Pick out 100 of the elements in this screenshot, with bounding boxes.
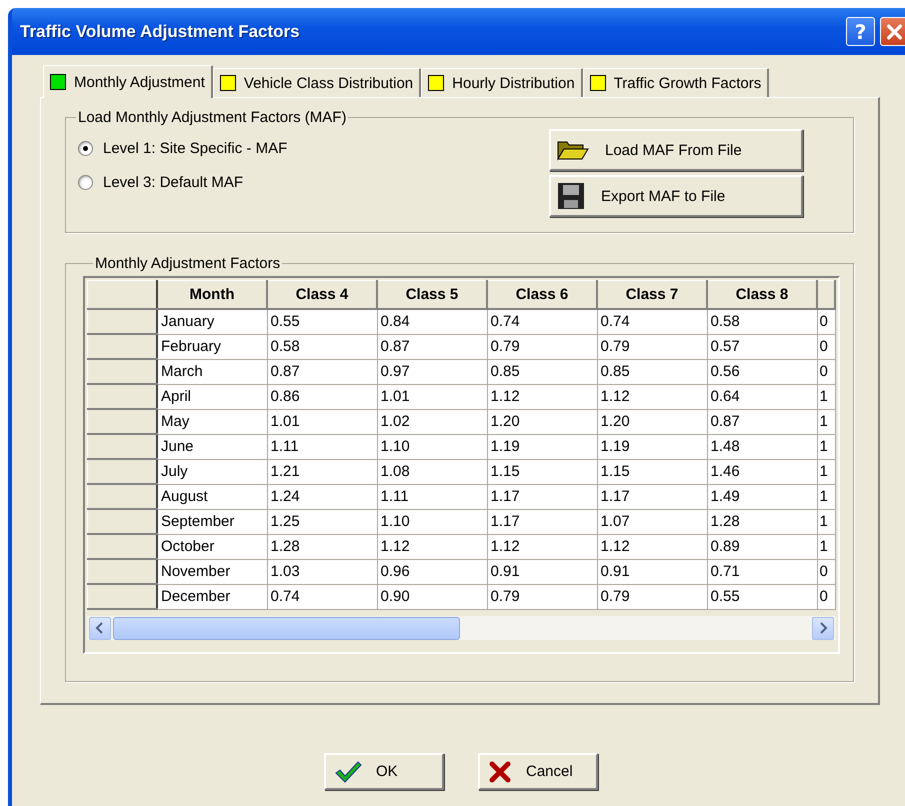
help-button[interactable]: ? — [846, 17, 875, 46]
table-cell: 0.84 — [377, 309, 487, 334]
table-cell: 1.10 — [377, 434, 487, 459]
table-cell: 1 — [817, 384, 835, 409]
table-cell: 0.57 — [707, 334, 817, 359]
table-cell: 1.20 — [597, 409, 707, 434]
table-cell: 0.91 — [597, 559, 707, 584]
table-cell: 0.58 — [267, 334, 377, 359]
table-cell: 0.87 — [267, 359, 377, 384]
table-cell: 1.21 — [267, 459, 377, 484]
row-header[interactable] — [88, 409, 157, 434]
table-cell: 1.12 — [597, 384, 707, 409]
table-cell: 1.15 — [597, 459, 707, 484]
table-cell: 0.91 — [487, 559, 597, 584]
scroll-thumb[interactable] — [113, 616, 460, 640]
column-header: Class 6 — [487, 280, 597, 309]
row-header[interactable] — [88, 509, 157, 534]
tab[interactable]: Monthly Adjustment — [43, 65, 213, 98]
table-cell: 1.17 — [597, 484, 707, 509]
table-cell: 0.71 — [707, 559, 817, 584]
table-cell: 1 — [817, 409, 835, 434]
row-header[interactable] — [88, 359, 157, 384]
table-cell: 1.10 — [377, 509, 487, 534]
close-button[interactable] — [880, 17, 905, 46]
cross-icon — [488, 760, 512, 784]
radio-label: Level 3: Default MAF — [103, 174, 244, 191]
column-header — [817, 280, 835, 309]
table-cell: October — [157, 534, 267, 559]
table-cell: 1.11 — [267, 434, 377, 459]
load-button[interactable]: Load MAF From File — [549, 129, 803, 171]
table-cell: July — [157, 459, 267, 484]
table-cell: 1.24 — [267, 484, 377, 509]
table-cell: 1.12 — [377, 534, 487, 559]
column-header: Class 8 — [707, 280, 817, 309]
table-cell: 1.28 — [267, 534, 377, 559]
table-cell: August — [157, 484, 267, 509]
table-cell: 0.79 — [597, 584, 707, 609]
tab[interactable]: Hourly Distribution — [421, 68, 583, 97]
group-title: Load Monthly Adjustment Factors (MAF) — [77, 109, 348, 126]
table-cell: 0.87 — [377, 334, 487, 359]
table-cell: 0.89 — [707, 534, 817, 559]
table-cell: 1.19 — [597, 434, 707, 459]
row-header[interactable] — [88, 584, 157, 609]
table-cell: 0.96 — [377, 559, 487, 584]
horizontal-scrollbar[interactable] — [87, 616, 836, 640]
window-title: Traffic Volume Adjustment Factors — [20, 22, 300, 42]
table-cell: 1 — [817, 484, 835, 509]
table-cell: 0 — [817, 309, 835, 334]
table-cell: 0.55 — [707, 584, 817, 609]
table-cell: 0.90 — [377, 584, 487, 609]
radio-option[interactable]: Level 3: Default MAF — [78, 174, 288, 191]
column-header: Class 7 — [597, 280, 707, 309]
table-cell: 1.17 — [487, 484, 597, 509]
table-cell: 0.97 — [377, 359, 487, 384]
row-header[interactable] — [88, 309, 157, 334]
export-button[interactable]: Export MAF to File — [549, 175, 803, 217]
row-header[interactable] — [88, 384, 157, 409]
table-cell: 0.79 — [597, 334, 707, 359]
table-cell: 0.79 — [487, 334, 597, 359]
group-title: Monthly Adjustment Factors — [94, 255, 282, 272]
tab[interactable]: Vehicle Class Distribution — [212, 68, 422, 97]
row-header[interactable] — [88, 534, 157, 559]
table-cell: 0.74 — [267, 584, 377, 609]
table-cell: 1.19 — [487, 434, 597, 459]
cancel-button[interactable]: Cancel — [478, 753, 598, 790]
column-header: Class 5 — [377, 280, 487, 309]
table-cell: 1.46 — [707, 459, 817, 484]
table-cell: January — [157, 309, 267, 334]
table-cell: 0.74 — [597, 309, 707, 334]
row-header[interactable] — [88, 459, 157, 484]
table-cell: 1.12 — [487, 384, 597, 409]
table-cell: 1.12 — [487, 534, 597, 559]
table-cell: 1 — [817, 534, 835, 559]
corner-cell — [88, 280, 157, 309]
table-cell: 0 — [817, 559, 835, 584]
radio-button[interactable] — [78, 141, 93, 156]
row-header[interactable] — [88, 334, 157, 359]
table-cell: 0.56 — [707, 359, 817, 384]
ok-button[interactable]: OK — [324, 753, 444, 790]
row-header[interactable] — [88, 559, 157, 584]
table-cell: 1 — [817, 509, 835, 534]
tab[interactable]: Traffic Growth Factors — [582, 68, 770, 97]
scroll-left-button[interactable] — [89, 616, 111, 640]
folder-icon — [557, 139, 589, 161]
table-cell: 0.87 — [707, 409, 817, 434]
table-cell: 0 — [817, 359, 835, 384]
row-header[interactable] — [88, 434, 157, 459]
table-cell: 0.79 — [487, 584, 597, 609]
table-cell: 0.64 — [707, 384, 817, 409]
table-cell: 0.58 — [707, 309, 817, 334]
table-cell: 0.86 — [267, 384, 377, 409]
column-header: Class 4 — [267, 280, 377, 309]
table-cell: 1.17 — [487, 509, 597, 534]
table-cell: 1.01 — [267, 409, 377, 434]
radio-button[interactable] — [78, 175, 93, 190]
table-cell: 0.85 — [597, 359, 707, 384]
scroll-right-button[interactable] — [812, 616, 834, 640]
column-header: Month — [157, 280, 267, 309]
row-header[interactable] — [88, 484, 157, 509]
table-cell: April — [157, 384, 267, 409]
